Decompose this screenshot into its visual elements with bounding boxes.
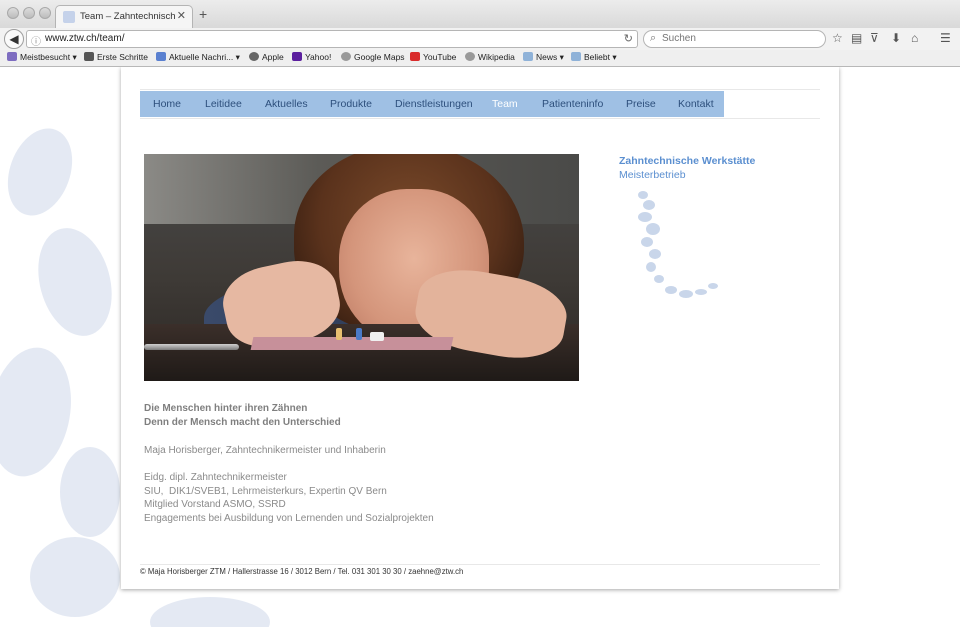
browser-tab[interactable]: Team – Zahntechnische W... ✕ bbox=[55, 5, 193, 29]
back-arrow-icon: ◀ bbox=[9, 32, 19, 46]
main-navigation: Home Leitidee Aktuelles Produkte Dienstl… bbox=[140, 91, 724, 117]
yahoo-icon bbox=[292, 52, 302, 61]
bookmark-star-icon[interactable]: ☆ bbox=[832, 31, 843, 45]
navigation-toolbar: ◀ ⓘ www.ztw.ch/team/ ↻ ⌕ ☆ ▤ ⊽ ⬇ ⌂ ☰ bbox=[0, 28, 960, 50]
nav-team[interactable]: Team bbox=[492, 91, 518, 117]
browser-chrome: Team – Zahntechnische W... ✕ + ◀ ⓘ www.z… bbox=[0, 0, 960, 67]
bookmark-google-maps[interactable]: Google Maps bbox=[341, 52, 405, 62]
zoom-window-button[interactable] bbox=[39, 7, 51, 19]
download-icon[interactable]: ⬇ bbox=[891, 31, 901, 45]
background-decoration bbox=[30, 537, 120, 617]
folder-icon bbox=[523, 52, 533, 61]
divider bbox=[140, 118, 820, 119]
nav-dienstleistungen[interactable]: Dienstleistungen bbox=[395, 91, 473, 117]
sidebar-title: Zahntechnische Werkstätte bbox=[619, 155, 756, 167]
bookmark-meistbesucht[interactable]: Meistbesucht ▾ bbox=[7, 52, 77, 63]
bookmark-wikipedia[interactable]: Wikipedia bbox=[465, 52, 515, 62]
url-text[interactable]: www.ztw.ch/team/ bbox=[45, 33, 124, 44]
qualification-item: SIU, DIK1/SVEB1, Lehrmeisterkurs, Expert… bbox=[144, 485, 387, 497]
background-decoration bbox=[150, 597, 270, 627]
qualification-item: Mitglied Vorstand ASMO, SSRD bbox=[144, 499, 286, 511]
bookmark-beliebt[interactable]: Beliebt ▾ bbox=[571, 52, 617, 63]
nav-home[interactable]: Home bbox=[153, 91, 181, 117]
back-button[interactable]: ◀ bbox=[4, 29, 24, 49]
qualification-item: Eidg. dipl. Zahntechnikermeister bbox=[144, 472, 287, 483]
reading-list-icon[interactable]: ▤ bbox=[851, 31, 862, 45]
sidebar-subtitle: Meisterbetrieb bbox=[619, 169, 686, 181]
nav-produkte[interactable]: Produkte bbox=[330, 91, 372, 117]
title-bar: Team – Zahntechnische W... ✕ + bbox=[0, 0, 960, 29]
address-bar[interactable]: ⓘ www.ztw.ch/team/ ↻ bbox=[26, 30, 638, 48]
tab-title: Team – Zahntechnische W... bbox=[80, 11, 175, 22]
tooth-decoration-graphic bbox=[638, 191, 718, 298]
footer-text: © Maja Horisberger ZTM / Hallerstrasse 1… bbox=[140, 567, 464, 576]
nav-kontakt[interactable]: Kontakt bbox=[678, 91, 714, 117]
globe-icon bbox=[341, 52, 351, 61]
folder-icon bbox=[7, 52, 17, 61]
minimize-window-button[interactable] bbox=[23, 7, 35, 19]
background-decoration bbox=[26, 219, 124, 345]
rss-icon bbox=[156, 52, 166, 61]
apple-icon bbox=[249, 52, 259, 61]
page-viewport[interactable]: Home Leitidee Aktuelles Produkte Dienstl… bbox=[0, 67, 960, 627]
content-card: Home Leitidee Aktuelles Produkte Dienstl… bbox=[121, 67, 839, 589]
site-favicon-icon bbox=[63, 11, 75, 23]
divider bbox=[140, 564, 820, 565]
reload-icon[interactable]: ↻ bbox=[624, 32, 633, 45]
search-input[interactable] bbox=[662, 33, 812, 44]
search-icon: ⌕ bbox=[650, 32, 657, 44]
new-tab-icon[interactable]: + bbox=[199, 6, 207, 22]
bookmarks-toolbar: Meistbesucht ▾ Erste Schritte Aktuelle N… bbox=[0, 50, 960, 66]
bookmark-aktuelle-nachrichten[interactable]: Aktuelle Nachri... ▾ bbox=[156, 52, 240, 63]
nav-preise[interactable]: Preise bbox=[626, 91, 656, 117]
team-photo bbox=[144, 154, 579, 381]
person-name: Maja Horisberger, Zahntechnikermeister u… bbox=[144, 445, 386, 456]
pocket-icon[interactable]: ⊽ bbox=[870, 31, 879, 45]
background-decoration bbox=[60, 447, 120, 537]
home-icon[interactable]: ⌂ bbox=[911, 31, 918, 45]
intro-headings: Die Menschen hinter ihren Zähnen Denn de… bbox=[144, 402, 341, 429]
bookmark-news[interactable]: News ▾ bbox=[523, 52, 564, 63]
nav-aktuelles[interactable]: Aktuelles bbox=[265, 91, 308, 117]
qualification-item: Engagements bei Ausbildung von Lernenden… bbox=[144, 512, 434, 524]
bookmark-youtube[interactable]: YouTube bbox=[410, 52, 456, 62]
close-window-button[interactable] bbox=[7, 7, 19, 19]
menu-icon[interactable]: ☰ bbox=[940, 31, 951, 45]
bookmark-apple[interactable]: Apple bbox=[249, 52, 284, 62]
nav-patienteninfo[interactable]: Patienteninfo bbox=[542, 91, 603, 117]
divider bbox=[140, 89, 820, 90]
background-decoration bbox=[0, 119, 84, 225]
folder-icon bbox=[571, 52, 581, 61]
close-tab-icon[interactable]: ✕ bbox=[177, 9, 186, 22]
bookmark-erste-schritte[interactable]: Erste Schritte bbox=[84, 52, 148, 62]
youtube-icon bbox=[410, 52, 420, 61]
search-bar[interactable]: ⌕ bbox=[643, 30, 826, 48]
nav-leitidee[interactable]: Leitidee bbox=[205, 91, 242, 117]
globe-icon bbox=[465, 52, 475, 61]
firefox-icon bbox=[84, 52, 94, 61]
qualifications-list: Eidg. dipl. Zahntechnikermeister SIU, DI… bbox=[144, 471, 434, 525]
heading-difference: Denn der Mensch macht den Unterschied bbox=[144, 416, 341, 428]
bookmark-yahoo[interactable]: Yahoo! bbox=[292, 52, 331, 62]
info-icon[interactable]: ⓘ bbox=[31, 33, 41, 48]
heading-people: Die Menschen hinter ihren Zähnen bbox=[144, 403, 308, 414]
